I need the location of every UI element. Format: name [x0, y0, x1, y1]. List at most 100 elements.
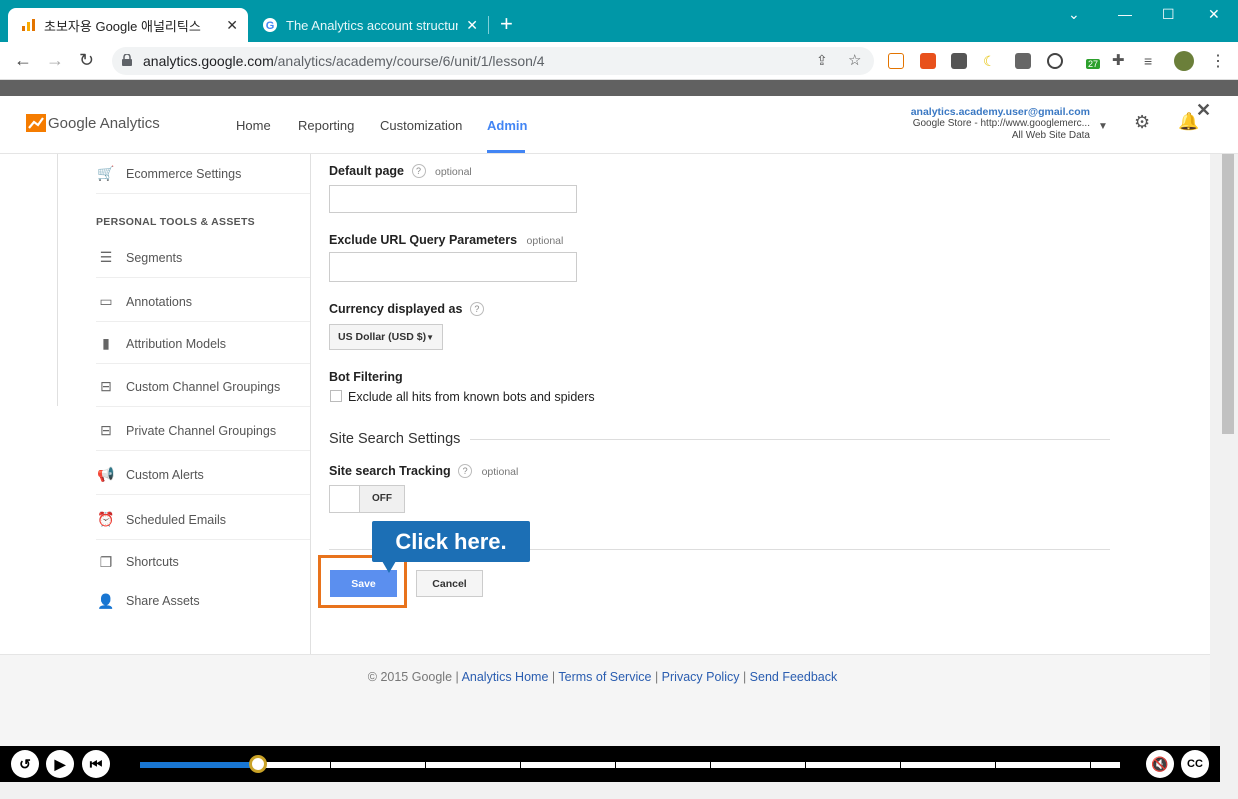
forward-arrow-icon[interactable]: → — [46, 50, 64, 71]
mute-icon[interactable]: 🔇 — [1146, 750, 1174, 778]
sidebar-border — [310, 154, 311, 654]
play-icon[interactable]: ▶ — [46, 750, 74, 778]
browser-toolbar: ← → ↻ analytics.google.com/analytics/aca… — [0, 42, 1238, 80]
sidebar-item-scheduled-emails[interactable]: ⏰ Scheduled Emails — [96, 500, 310, 540]
reload-icon[interactable]: ↻ — [79, 50, 94, 71]
currency-value: US Dollar (USD $) — [338, 331, 427, 343]
comment-icon: ▭ — [99, 293, 113, 309]
close-tab-icon[interactable]: ✕ — [466, 17, 478, 34]
tab-search-chevron-icon[interactable]: ⌄ — [1068, 6, 1080, 23]
sidebar-item-annotations[interactable]: ▭ Annotations — [96, 282, 310, 322]
nav-home[interactable]: Home — [236, 118, 271, 133]
bot-filter-checkbox[interactable] — [330, 390, 342, 402]
progress-tick — [1090, 762, 1091, 768]
sidebar-item-shortcuts[interactable]: ❐ Shortcuts — [96, 542, 310, 582]
nav-reporting[interactable]: Reporting — [298, 118, 354, 133]
help-icon[interactable]: ? — [469, 302, 484, 316]
nav-admin[interactable]: Admin — [487, 118, 527, 133]
moon-icon[interactable]: ☾ — [983, 53, 999, 69]
replay-icon[interactable]: ↺ — [11, 750, 39, 778]
skip-back-icon[interactable]: ⏮ — [82, 750, 110, 778]
admin-page: 🛒 Ecommerce Settings PERSONAL TOOLS & AS… — [0, 154, 1210, 746]
currency-label: Currency displayed as ? — [329, 302, 484, 316]
footer-link-terms[interactable]: Terms of Service — [558, 670, 651, 684]
default-page-label-text: Default page — [329, 164, 405, 178]
footer-link-feedback[interactable]: Send Feedback — [750, 670, 838, 684]
site-search-toggle[interactable]: OFF — [329, 485, 405, 513]
progress-tick — [710, 762, 711, 768]
playlist-icon[interactable]: ≡ — [1144, 53, 1160, 69]
tab-separator — [488, 16, 489, 34]
footer-link-privacy[interactable]: Privacy Policy — [662, 670, 740, 684]
account-selector[interactable]: analytics.academy.user@gmail.com Google … — [911, 106, 1090, 142]
save-button[interactable]: Save — [330, 570, 397, 597]
tab-title: 초보자용 Google 애널리틱스 — [44, 18, 201, 34]
sidebar-item-ecommerce-settings[interactable]: 🛒 Ecommerce Settings — [96, 154, 310, 194]
currency-dropdown[interactable]: US Dollar (USD $) ▼ — [329, 324, 443, 350]
tab-account-structure[interactable]: G The Analytics account structure ✕ — [250, 8, 488, 42]
progress-handle[interactable] — [249, 755, 267, 773]
window-close-icon[interactable]: ✕ — [1208, 6, 1220, 23]
help-icon[interactable]: ? — [411, 164, 426, 178]
flag-icon[interactable]: 27 — [1080, 53, 1101, 69]
profile-avatar[interactable] — [1174, 51, 1194, 71]
progress-fill — [140, 762, 258, 768]
browser-menu-icon[interactable]: ⋮ — [1210, 51, 1226, 71]
progress-tick — [330, 762, 331, 768]
footer-link-analytics-home[interactable]: Analytics Home — [462, 670, 549, 684]
default-page-input[interactable] — [329, 185, 577, 213]
sidebar-item-segments[interactable]: ☰ Segments — [96, 238, 310, 278]
share-icon[interactable]: ⇪ — [816, 52, 828, 69]
browser-tab-strip: 초보자용 Google 애널리틱스 ✕ G The Analytics acco… — [0, 0, 1238, 42]
optional-tag: optional — [526, 235, 564, 247]
tab-ga-beginners[interactable]: 초보자용 Google 애널리틱스 ✕ — [8, 8, 248, 42]
google-analytics-logo-icon — [26, 114, 46, 132]
calendar-icon[interactable] — [888, 53, 904, 69]
account-dropdown-icon[interactable]: ▼ — [1098, 121, 1108, 132]
progress-track[interactable] — [140, 762, 1120, 768]
i-icon[interactable] — [951, 53, 967, 69]
account-email: analytics.academy.user@gmail.com — [910, 106, 1090, 118]
back-arrow-icon[interactable]: ← — [14, 50, 32, 71]
progress-tick — [425, 762, 426, 768]
cancel-button[interactable]: Cancel — [416, 570, 483, 597]
cart-icon: 🛒 — [97, 165, 115, 181]
bookmark-star-icon[interactable]: ☆ — [848, 51, 861, 69]
new-tab-icon[interactable]: + — [500, 13, 513, 35]
exclude-params-textarea[interactable] — [329, 252, 577, 282]
url-path: /analytics/academy/course/6/unit/1/lesso… — [273, 53, 545, 69]
segments-icon: ☰ — [99, 249, 113, 265]
site-search-tracking-label: Site search Tracking ? optional — [329, 464, 518, 478]
bot-filter-checkbox-label[interactable]: Exclude all hits from known bots and spi… — [348, 390, 595, 404]
closed-captions-icon[interactable]: CC — [1181, 750, 1209, 778]
section-divider — [470, 439, 1110, 440]
sidebar-item-label: Custom Channel Groupings — [126, 379, 281, 394]
bot-filtering-label: Bot Filtering — [329, 370, 403, 384]
puzzle-icon[interactable]: ✚ — [1112, 53, 1128, 69]
address-bar[interactable]: analytics.google.com/analytics/academy/c… — [112, 47, 874, 75]
sidebar-item-private-channel-groupings[interactable]: ⊟ Private Channel Groupings — [96, 411, 310, 451]
sidebar-item-custom-channel-groupings[interactable]: ⊟ Custom Channel Groupings — [96, 367, 310, 407]
c-icon[interactable] — [1015, 53, 1031, 69]
sidebar-item-label: Custom Alerts — [126, 467, 204, 482]
sidebar-item-custom-alerts[interactable]: 📢 Custom Alerts — [96, 455, 310, 495]
scrollbar-thumb[interactable] — [1222, 154, 1234, 434]
sidebar-item-share-assets[interactable]: 👤 Share Assets — [96, 581, 310, 621]
sidebar-item-label: Segments — [126, 250, 183, 265]
megaphone-icon: 📢 — [97, 466, 115, 482]
lock-icon — [122, 54, 132, 66]
close-tab-icon[interactable]: ✕ — [226, 17, 238, 34]
extension-badge: 27 — [1086, 59, 1101, 69]
page-footer: © 2015 Google | Analytics Home | Terms o… — [0, 654, 1210, 746]
tab-title: The Analytics account structure — [286, 17, 458, 33]
close-overlay-icon[interactable]: ✕ — [1196, 100, 1211, 121]
wordpress-icon[interactable] — [1047, 53, 1063, 69]
settings-gear-icon[interactable]: ⚙ — [1134, 112, 1150, 133]
currency-label-text: Currency displayed as — [329, 302, 463, 316]
nav-customization[interactable]: Customization — [380, 118, 462, 133]
sidebar-item-attribution-models[interactable]: ▮ Attribution Models — [96, 324, 310, 364]
maximize-icon[interactable]: ☐ — [1162, 6, 1175, 23]
ex-icon[interactable] — [920, 53, 936, 69]
help-icon[interactable]: ? — [458, 464, 473, 478]
minimize-icon[interactable]: — — [1118, 6, 1132, 22]
